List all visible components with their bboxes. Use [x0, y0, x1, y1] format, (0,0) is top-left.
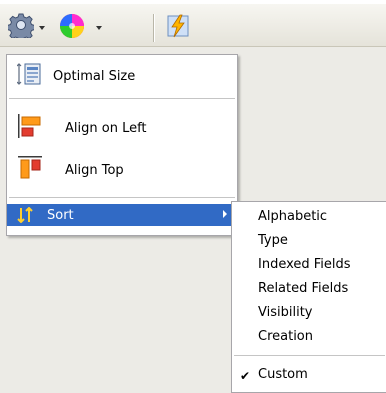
optimal-size-icon [16, 61, 43, 91]
align-top-icon [17, 155, 43, 185]
settings-dropdown-arrow-icon[interactable] [39, 26, 45, 30]
menu-item-sort[interactable]: Sort [7, 204, 237, 226]
sort-option-visibility[interactable]: Visibility [258, 305, 312, 320]
lightning-pencil-icon [164, 12, 192, 40]
menu-separator [9, 197, 235, 198]
sort-option-custom[interactable]: Custom [258, 367, 308, 382]
layout-menu: Optimal Size Align on Left Align Top Sor… [6, 54, 238, 236]
align-left-icon [17, 113, 43, 143]
gear-icon [8, 12, 34, 38]
sort-label: Sort [47, 207, 74, 223]
color-dropdown-arrow-icon[interactable] [96, 26, 102, 30]
menu-item-optimal-size[interactable]: Optimal Size [7, 59, 237, 93]
checkmark-icon: ✔ [240, 369, 251, 383]
sort-option-type[interactable]: Type [258, 233, 288, 248]
color-wheel-icon [58, 12, 86, 40]
sort-option-alphabetic[interactable]: Alphabetic [258, 209, 327, 224]
menu-separator [234, 355, 385, 356]
align-left-label: Align on Left [65, 120, 147, 136]
align-top-label: Align Top [65, 162, 124, 178]
sort-icon [17, 206, 35, 227]
optimal-size-label: Optimal Size [53, 68, 136, 84]
sort-option-related-fields[interactable]: Related Fields [258, 281, 348, 296]
sort-option-indexed-fields[interactable]: Indexed Fields [258, 257, 351, 272]
toolbar-separator [153, 14, 154, 42]
edit-button[interactable] [164, 12, 192, 42]
color-button[interactable] [58, 12, 86, 42]
settings-button[interactable] [8, 12, 34, 42]
submenu-arrow-icon [223, 210, 227, 218]
sort-submenu: Alphabetic Type Indexed Fields Related F… [231, 201, 386, 393]
menu-item-align-top[interactable]: Align Top [7, 153, 237, 187]
menu-item-align-left[interactable]: Align on Left [7, 109, 237, 147]
menu-separator [9, 98, 235, 99]
toolbar [0, 4, 386, 47]
sort-option-creation[interactable]: Creation [258, 329, 313, 344]
